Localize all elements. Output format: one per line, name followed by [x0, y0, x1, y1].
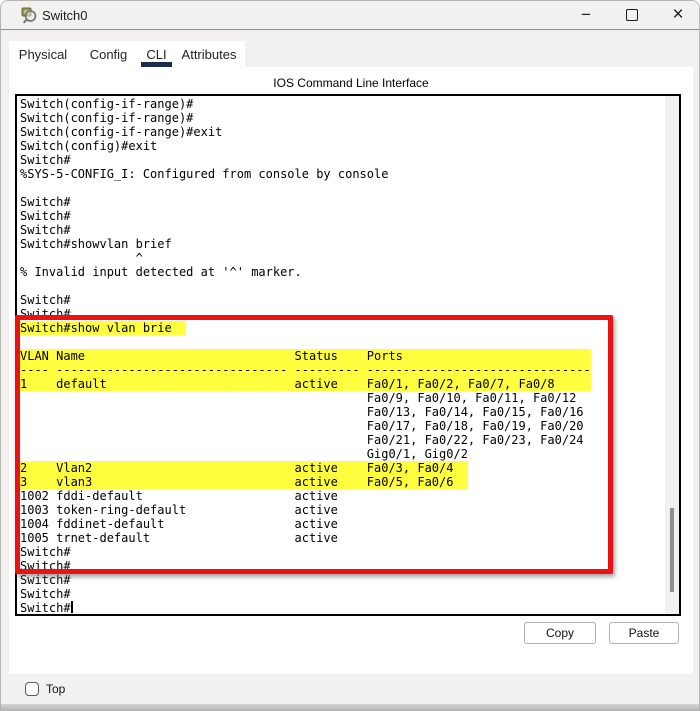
scrollbar-thumb[interactable]	[670, 508, 674, 592]
device-window: Switch0 − × Physical Config CLI Attribut…	[0, 0, 700, 711]
terminal-text: Switch(config-if-range)#Switch(config-if…	[20, 97, 591, 615]
tab-config[interactable]: Config	[77, 41, 140, 67]
top-checkbox[interactable]	[25, 682, 39, 696]
window-bottom-edge	[1, 704, 699, 710]
copy-button[interactable]: Copy	[524, 622, 596, 644]
close-icon: ×	[672, 4, 683, 26]
minimize-button[interactable]: −	[563, 1, 609, 29]
tab-physical[interactable]: Physical	[9, 41, 77, 67]
title-bar[interactable]: Switch0 − ×	[1, 1, 699, 30]
terminal-cursor	[71, 601, 73, 613]
maximize-button[interactable]	[609, 1, 655, 29]
terminal-scrollbar[interactable]	[665, 96, 679, 614]
terminal-output[interactable]: Switch(config-if-range)#Switch(config-if…	[15, 94, 681, 616]
maximize-icon	[626, 9, 638, 21]
minimize-icon: −	[581, 5, 591, 25]
top-checkbox-label: Top	[46, 682, 65, 696]
close-button[interactable]: ×	[655, 1, 700, 29]
paste-button[interactable]: Paste	[609, 622, 679, 644]
tab-attributes[interactable]: Attributes	[173, 41, 245, 67]
window-title: Switch0	[42, 8, 88, 23]
packet-tracer-icon	[21, 7, 38, 24]
cli-panel-title: IOS Command Line Interface	[9, 76, 693, 90]
